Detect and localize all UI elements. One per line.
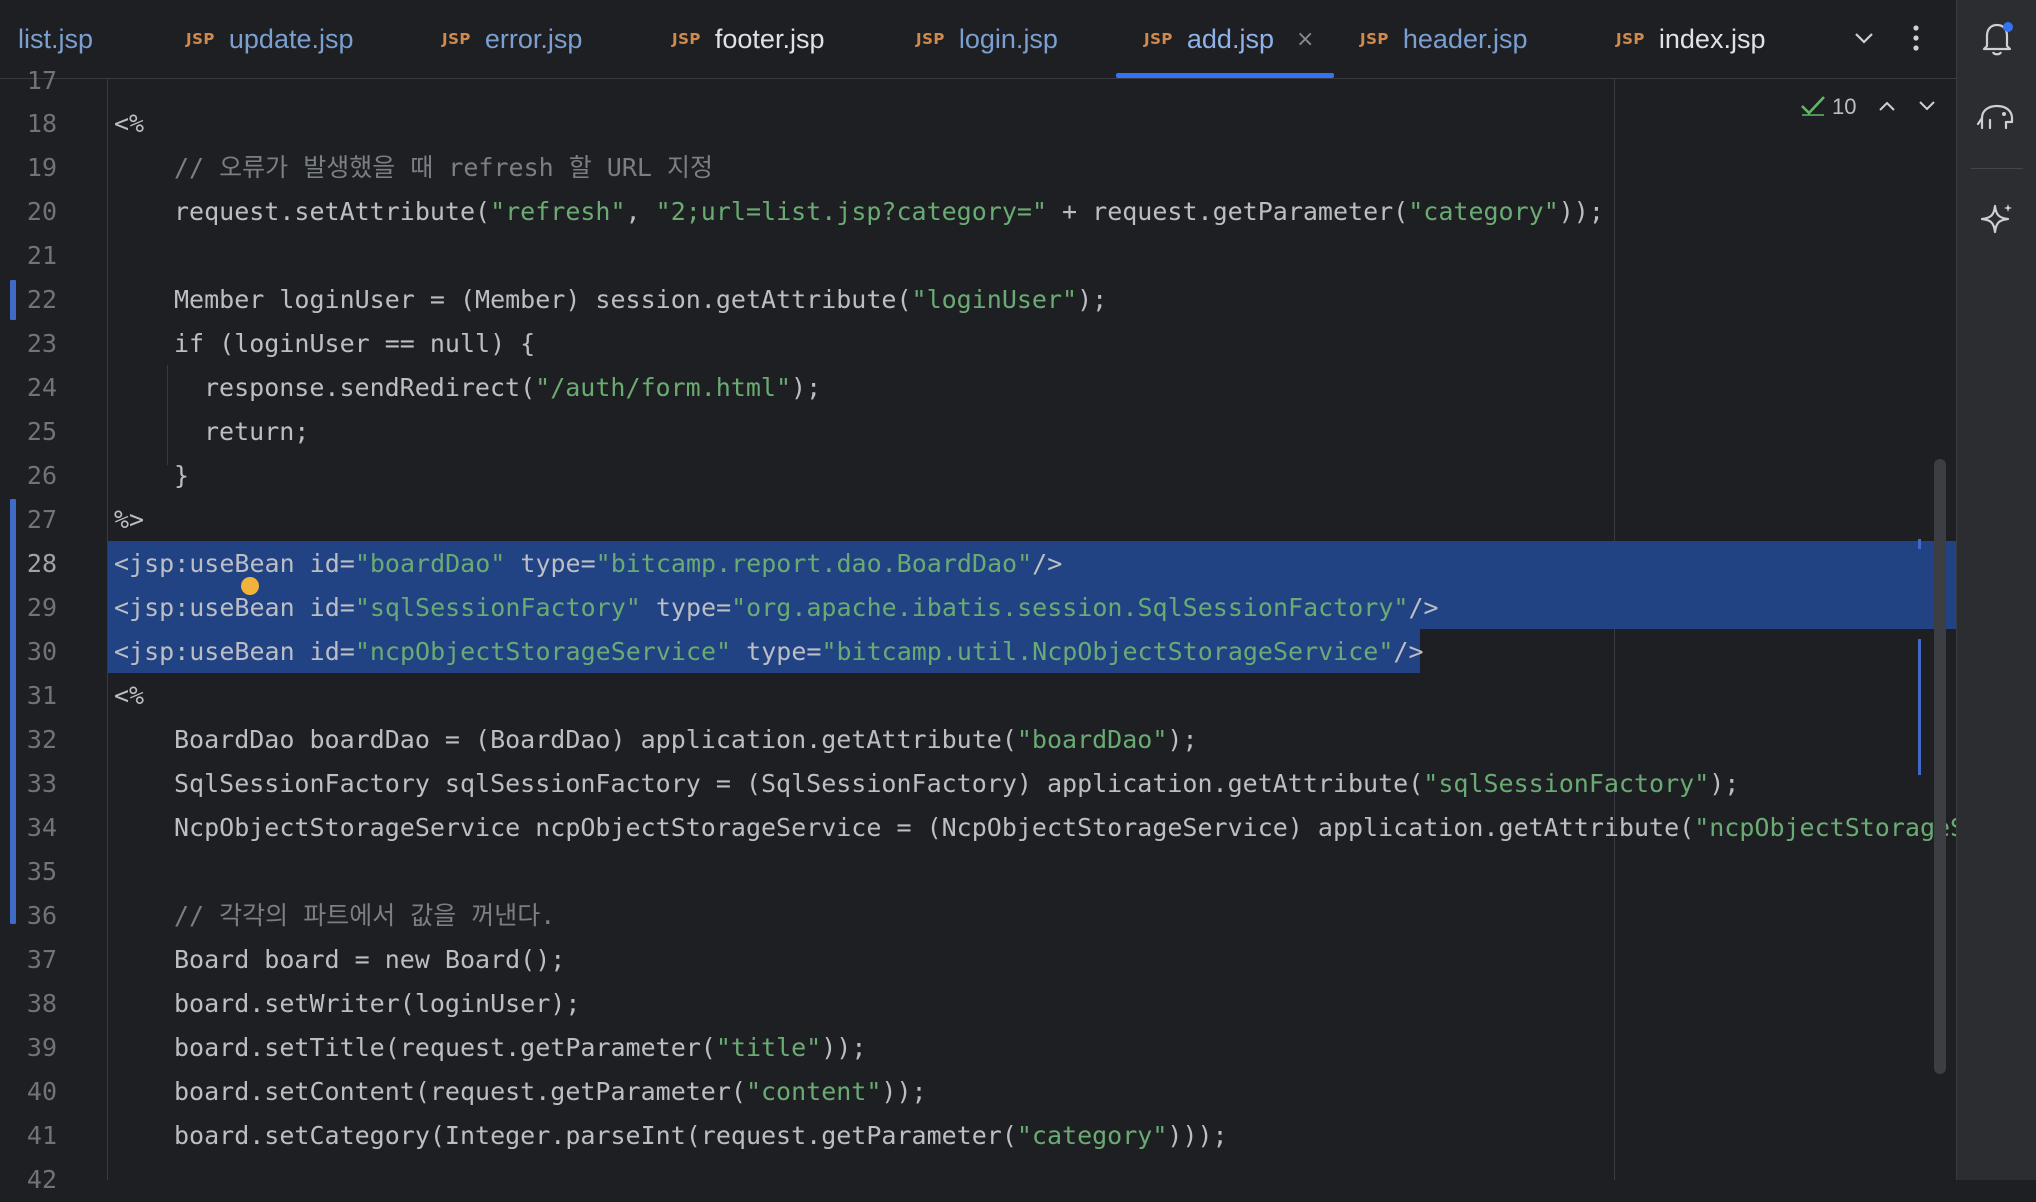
inspection-count: 10 [1832, 94, 1857, 119]
line-number: 17 [26, 66, 57, 95]
code-line: <jsp:useBean id="ncpObjectStorageService… [114, 637, 1424, 666]
tab-label: header.jsp [1402, 23, 1528, 54]
code-line: if (loginUser == null) { [174, 329, 536, 358]
line-number: 26 [26, 461, 57, 490]
code-line: <% [114, 109, 145, 138]
line-number: 31 [26, 681, 57, 710]
close-icon[interactable]: × [1296, 27, 1314, 52]
vcs-change-marker[interactable] [10, 499, 16, 924]
arrow-up-icon[interactable] [1878, 98, 1896, 117]
code-line: board.setContent(request.getParameter("c… [174, 1077, 927, 1106]
jsp-file-icon: JSP [1616, 30, 1645, 48]
code-line: SqlSessionFactory sqlSessionFactory = (S… [174, 769, 1740, 798]
tab-label: footer.jsp [714, 23, 825, 54]
tab-login-jsp[interactable]: JSP login.jsp [916, 0, 1058, 78]
line-number: 20 [26, 197, 57, 226]
scrollbar-marker [1918, 639, 1921, 775]
code-line: request.setAttribute("refresh", "2;url=l… [174, 197, 1604, 226]
code-line: board.setCategory(Integer.parseInt(reque… [174, 1121, 1228, 1150]
tab-error-jsp[interactable]: JSP error.jsp [442, 0, 582, 78]
scrollbar-marker [1918, 539, 1921, 549]
vertical-scrollbar[interactable] [1934, 459, 1946, 1074]
line-number: 19 [26, 153, 57, 182]
code-line: NcpObjectStorageService ncpObjectStorage… [174, 813, 1956, 842]
code-line: response.sendRedirect("/auth/form.html")… [204, 373, 822, 402]
editor-tab-bar: list.jsp JSP update.jsp JSP error.jsp JS… [0, 0, 1956, 79]
indent-guide [167, 365, 168, 465]
right-tool-window-bar [1956, 0, 2036, 1180]
tab-label: list.jsp [18, 23, 94, 54]
line-number: 34 [26, 813, 57, 842]
tab-label: index.jsp [1658, 23, 1766, 54]
jsp-file-icon: JSP [442, 30, 471, 48]
tab-label: add.jsp [1186, 23, 1274, 54]
code-line: Board board = new Board(); [174, 945, 566, 974]
tab-label: login.jsp [958, 23, 1058, 54]
line-number: 24 [26, 373, 57, 402]
code-line: Member loginUser = (Member) session.getA… [174, 285, 1108, 314]
line-number: 25 [26, 417, 57, 446]
code-line: <% [114, 681, 145, 710]
line-number: 36 [26, 901, 57, 930]
code-line: return; [204, 417, 310, 446]
line-number-gutter[interactable]: 17 18 19 20 21 22 23 24 25 26 27 28 29 3… [0, 66, 108, 1194]
jsp-file-icon: JSP [916, 30, 945, 48]
tab-header-jsp[interactable]: JSP header.jsp [1360, 0, 1528, 78]
line-number: 39 [26, 1033, 57, 1062]
line-number: 37 [26, 945, 57, 974]
code-line: board.setWriter(loginUser); [174, 989, 581, 1018]
tab-index-jsp[interactable]: JSP index.jsp [1616, 0, 1765, 78]
line-number: 22 [26, 285, 57, 314]
tab-footer-jsp[interactable]: JSP footer.jsp [672, 0, 824, 78]
line-number: 23 [26, 329, 57, 358]
tab-add-jsp[interactable]: JSP add.jsp × [1144, 0, 1314, 78]
chevron-down-icon[interactable] [1844, 18, 1884, 58]
line-number: 38 [26, 989, 57, 1018]
line-number: 27 [26, 505, 57, 534]
jsp-file-icon: JSP [1360, 30, 1389, 48]
jsp-file-icon: JSP [186, 30, 215, 48]
toolbar-separator [1971, 168, 2023, 169]
active-tab-indicator [1116, 73, 1334, 78]
jsp-file-icon: JSP [1144, 30, 1173, 48]
code-line: <jsp:useBean id="boardDao" type="bitcamp… [114, 549, 1063, 578]
code-line: <jsp:useBean id="sqlSessionFactory" type… [114, 593, 1439, 622]
bell-icon[interactable] [1975, 16, 2019, 60]
line-number: 33 [26, 769, 57, 798]
ai-sparkle-icon[interactable] [1975, 198, 2019, 242]
code-line: %> [114, 505, 145, 534]
tab-label: error.jsp [484, 23, 583, 54]
code-line: board.setTitle(request.getParameter("tit… [174, 1033, 867, 1062]
tab-update-jsp[interactable]: JSP update.jsp [186, 0, 354, 78]
check-icon [1800, 94, 1826, 120]
arrow-down-icon[interactable] [1918, 98, 1936, 117]
line-number: 40 [26, 1077, 57, 1106]
line-number: 41 [26, 1121, 57, 1150]
code-line: BoardDao boardDao = (BoardDao) applicati… [174, 725, 1198, 754]
line-number: 18 [26, 109, 57, 138]
more-icon[interactable] [1896, 18, 1936, 58]
code-editor[interactable]: <% // 오류가 발생했을 때 refresh 할 URL 지정 reques… [108, 79, 1956, 1180]
line-number: 42 [26, 1165, 57, 1194]
code-comment: // 각각의 파트에서 값을 꺼낸다. [174, 901, 556, 930]
line-number: 30 [26, 637, 57, 666]
line-number: 35 [26, 857, 57, 886]
code-comment: // 오류가 발생했을 때 refresh 할 URL 지정 [174, 153, 713, 182]
line-number: 32 [26, 725, 57, 754]
code-line: } [174, 461, 190, 490]
right-margin-guide [1614, 79, 1615, 1180]
inspections-widget[interactable]: 10 [1800, 92, 1936, 122]
vcs-change-marker[interactable] [10, 280, 16, 320]
jsp-file-icon: JSP [672, 30, 701, 48]
line-number: 29 [26, 593, 57, 622]
elephant-icon[interactable] [1975, 96, 2019, 140]
tab-label: update.jsp [228, 23, 354, 54]
line-number: 21 [26, 241, 57, 270]
line-number-current: 28 [26, 549, 57, 578]
